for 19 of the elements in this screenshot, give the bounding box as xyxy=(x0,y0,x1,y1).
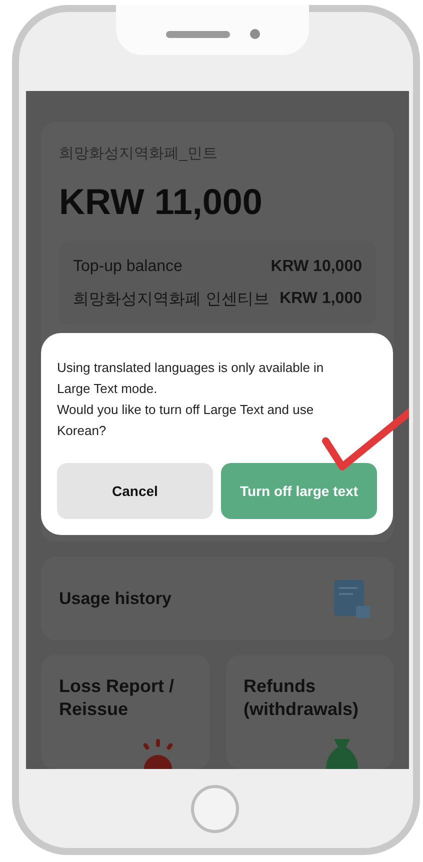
confirm-button[interactable]: Turn off large text xyxy=(221,463,377,519)
cancel-button[interactable]: Cancel xyxy=(57,463,213,519)
menu-label: Loss Report / Reissue xyxy=(59,675,176,721)
dialog-message: Would you like to turn off Large Text and use Korean? xyxy=(57,401,315,440)
balance-value: KRW 1,000 xyxy=(280,290,362,308)
home-button[interactable] xyxy=(191,784,239,832)
menu-card[interactable]: Refunds (withdrawals) xyxy=(226,655,394,769)
dialog-message: Using translated languages is only available in Large Text mode. xyxy=(57,359,325,398)
balance-value: KRW 10,000 xyxy=(270,258,362,276)
menu-label: Refunds (withdrawals) xyxy=(244,675,360,721)
document-icon xyxy=(334,580,370,618)
menu-card[interactable]: Loss Report / Reissue xyxy=(41,655,210,769)
camera-icon xyxy=(250,29,260,39)
menu-label: Usage history xyxy=(59,588,172,608)
balance-label: Top-up balance xyxy=(73,258,182,276)
speaker-icon xyxy=(166,30,230,38)
wallet-amount: KRW 11,000 xyxy=(59,181,264,223)
balance-label: 희망화성지역화폐 인센티브 xyxy=(73,290,270,310)
menu-card[interactable]: Usage history xyxy=(41,557,394,640)
